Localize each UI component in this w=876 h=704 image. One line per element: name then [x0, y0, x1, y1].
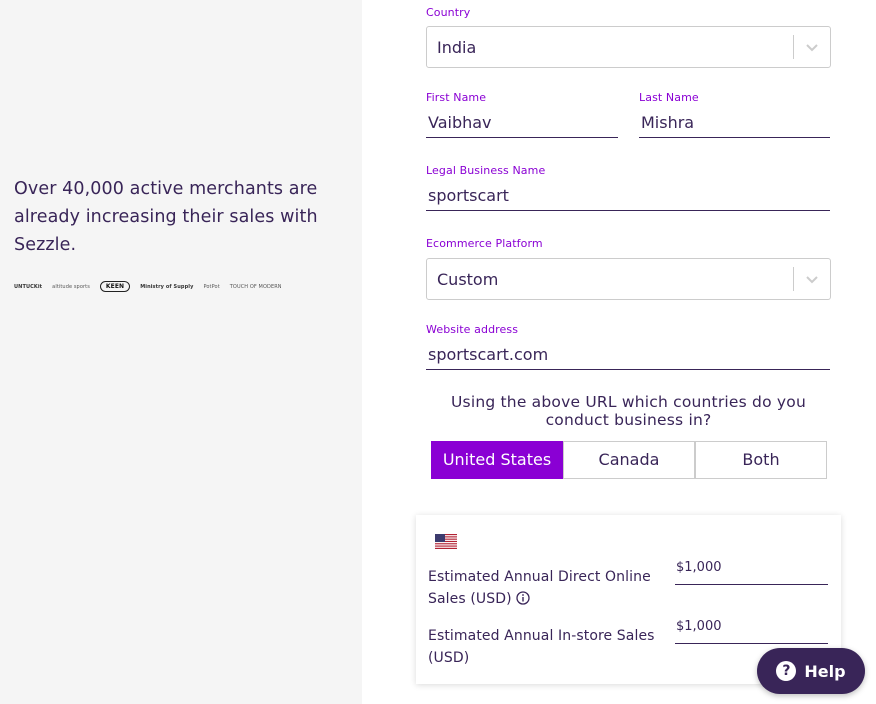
online-sales-input[interactable]: $1,000 — [675, 557, 828, 585]
first-name-value: Vaibhav — [428, 113, 492, 132]
countries-question: Using the above URL which countries do y… — [451, 393, 806, 429]
instore-sales-input[interactable]: $1,000 — [675, 616, 828, 644]
first-name-label: First Name — [426, 91, 487, 104]
help-button[interactable]: ? Help — [757, 648, 865, 694]
merchant-logo: altitude sports — [52, 283, 90, 290]
last-name-label: Last Name — [639, 91, 699, 104]
online-sales-label: Estimated Annual Direct Online Sales (US… — [428, 566, 668, 610]
platform-label: Ecommerce Platform — [426, 237, 543, 250]
select-separator — [793, 35, 794, 59]
option-canada[interactable]: Canada — [563, 441, 695, 479]
tagline: Over 40,000 active merchants are already… — [14, 179, 318, 255]
option-both[interactable]: Both — [695, 441, 827, 479]
merchant-logo: TOUCH OF MODERN — [229, 283, 282, 290]
instore-sales-value: $1,000 — [676, 619, 722, 634]
website-label: Website address — [426, 323, 519, 336]
select-separator — [793, 267, 794, 291]
business-name-label: Legal Business Name — [426, 164, 546, 177]
option-united-states[interactable]: United States — [431, 441, 563, 479]
help-label: Help — [804, 661, 846, 681]
chevron-down-icon[interactable] — [805, 272, 819, 286]
country-label: Country — [426, 6, 471, 19]
merchant-logo: Ministry of Supply — [140, 283, 194, 290]
online-sales-label-text: Estimated Annual Direct Online Sales (US… — [428, 569, 651, 607]
country-select[interactable]: India — [426, 26, 831, 68]
left-panel: Over 40,000 active merchants are already… — [0, 0, 362, 704]
website-value: sportscart.com — [428, 345, 549, 364]
us-flag-icon — [435, 534, 457, 549]
business-name-field[interactable]: sportscart — [426, 183, 830, 211]
question-circle-icon: ? — [776, 661, 797, 681]
last-name-field[interactable]: Mishra — [639, 110, 830, 138]
chevron-down-icon[interactable] — [805, 40, 819, 54]
first-name-field[interactable]: Vaibhav — [426, 110, 618, 138]
merchant-logo: KEEN — [99, 281, 131, 292]
platform-value: Custom — [437, 270, 499, 289]
merchant-logo: PotPot — [203, 283, 220, 290]
instore-sales-label: Estimated Annual In-store Sales (USD) — [428, 628, 655, 666]
country-value: India — [437, 38, 477, 57]
platform-select[interactable]: Custom — [426, 258, 831, 300]
website-field[interactable]: sportscart.com — [426, 342, 830, 370]
online-sales-value: $1,000 — [676, 560, 722, 575]
merchant-logo: UNTUCKit — [14, 283, 43, 290]
last-name-value: Mishra — [641, 113, 695, 132]
info-icon[interactable] — [516, 591, 530, 605]
merchant-logos: UNTUCKit altitude sports KEEN Ministry o… — [14, 281, 282, 292]
business-name-value: sportscart — [428, 186, 509, 205]
